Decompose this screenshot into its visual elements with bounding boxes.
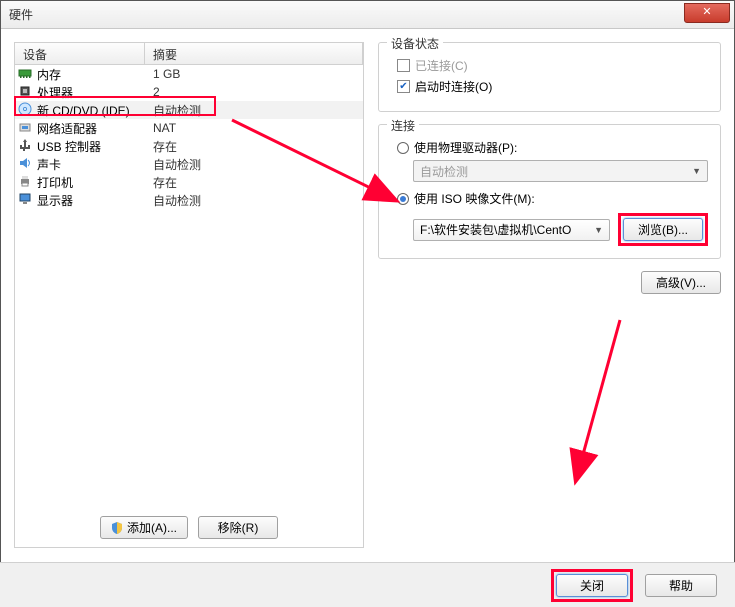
table-row[interactable]: 声卡自动检测 (15, 155, 363, 173)
device-name: 新 CD/DVD (IDE) (35, 102, 145, 119)
connection-group: 连接 使用物理驱动器(P): 自动检测 ▼ 使用 ISO 映像文件(M): (378, 124, 721, 259)
physical-drive-label: 使用物理驱动器(P): (414, 139, 517, 156)
physical-drive-radio-row[interactable]: 使用物理驱动器(P): (397, 139, 708, 156)
table-row[interactable]: 内存1 GB (15, 65, 363, 83)
iso-file-radio-row[interactable]: 使用 ISO 映像文件(M): (397, 190, 708, 207)
device-summary: 1 GB (145, 67, 363, 81)
help-button[interactable]: 帮助 (645, 574, 717, 597)
iso-path-combo[interactable]: F:\软件安装包\虚拟机\CentO ▼ (413, 219, 610, 241)
advanced-button[interactable]: 高级(V)... (641, 271, 721, 294)
device-status-group: 设备状态 已连接(C) ✔ 启动时连接(O) (378, 42, 721, 112)
shield-icon (111, 522, 123, 534)
nic-icon (15, 120, 35, 137)
connect-at-poweron-checkbox[interactable]: ✔ (397, 80, 410, 93)
device-list-pane: 设备 摘要 内存1 GB处理器2新 CD/DVD (IDE)自动检测网络适配器N… (14, 42, 364, 548)
table-row[interactable]: 打印机存在 (15, 173, 363, 191)
device-name: 内存 (35, 66, 145, 83)
printer-icon (15, 174, 35, 191)
device-table: 设备 摘要 内存1 GB处理器2新 CD/DVD (IDE)自动检测网络适配器N… (15, 43, 363, 508)
hardware-dialog: 硬件 ✕ 设备 摘要 内存1 GB处理器2新 CD/DVD (IDE)自动检测网… (0, 0, 735, 607)
advanced-row: 高级(V)... (378, 271, 721, 294)
device-name: 处理器 (35, 84, 145, 101)
connect-at-poweron-label: 启动时连接(O) (415, 78, 492, 95)
add-device-label: 添加(A)... (127, 519, 177, 536)
window-close-button[interactable]: ✕ (684, 3, 730, 23)
device-name: 显示器 (35, 192, 145, 209)
iso-path-value: F:\软件安装包\虚拟机\CentO (420, 221, 571, 238)
iso-file-label: 使用 ISO 映像文件(M): (414, 190, 535, 207)
memory-icon (15, 66, 35, 83)
device-summary: 存在 (145, 174, 363, 191)
connect-at-poweron-row[interactable]: ✔ 启动时连接(O) (397, 78, 708, 95)
device-summary: 自动检测 (145, 156, 363, 173)
disc-icon (15, 102, 35, 119)
device-name: 声卡 (35, 156, 145, 173)
device-summary: NAT (145, 121, 363, 135)
table-row[interactable]: 处理器2 (15, 83, 363, 101)
physical-drive-radio[interactable] (397, 142, 409, 154)
cpu-icon (15, 84, 35, 101)
table-row[interactable]: USB 控制器存在 (15, 137, 363, 155)
add-device-button[interactable]: 添加(A)... (100, 516, 188, 539)
settings-pane: 设备状态 已连接(C) ✔ 启动时连接(O) 连接 使用物理驱动器(P): (378, 42, 721, 548)
status-legend: 设备状态 (387, 35, 443, 52)
dialog-footer: 关闭 帮助 (0, 562, 735, 607)
iso-file-radio[interactable] (397, 193, 409, 205)
titlebar: 硬件 ✕ (1, 1, 734, 29)
display-icon (15, 192, 35, 209)
physical-drive-value: 自动检测 (420, 163, 468, 180)
header-summary[interactable]: 摘要 (145, 43, 363, 64)
content-area: 设备 摘要 内存1 GB处理器2新 CD/DVD (IDE)自动检测网络适配器N… (0, 28, 735, 562)
device-summary: 存在 (145, 138, 363, 155)
device-name: 网络适配器 (35, 120, 145, 137)
table-row[interactable]: 网络适配器NAT (15, 119, 363, 137)
connected-checkbox (397, 59, 410, 72)
device-summary: 自动检测 (145, 192, 363, 209)
physical-drive-combo: 自动检测 ▼ (413, 160, 708, 182)
table-body: 内存1 GB处理器2新 CD/DVD (IDE)自动检测网络适配器NATUSB … (15, 65, 363, 508)
close-button[interactable]: 关闭 (556, 574, 628, 597)
annotation-highlight: 浏览(B)... (618, 213, 708, 246)
connected-label: 已连接(C) (415, 57, 468, 74)
device-name: 打印机 (35, 174, 145, 191)
table-header: 设备 摘要 (15, 43, 363, 65)
annotation-highlight: 关闭 (551, 569, 633, 602)
remove-device-button[interactable]: 移除(R) (198, 516, 278, 539)
window-title: 硬件 (9, 6, 33, 23)
device-buttons: 添加(A)... 移除(R) (15, 508, 363, 547)
table-row[interactable]: 新 CD/DVD (IDE)自动检测 (15, 101, 363, 119)
connected-checkbox-row: 已连接(C) (397, 57, 708, 74)
device-summary: 2 (145, 85, 363, 99)
sound-icon (15, 156, 35, 173)
header-device[interactable]: 设备 (15, 43, 145, 64)
table-row[interactable]: 显示器自动检测 (15, 191, 363, 209)
usb-icon (15, 138, 35, 155)
chevron-down-icon: ▼ (692, 166, 701, 176)
device-summary: 自动检测 (145, 102, 363, 119)
chevron-down-icon[interactable]: ▼ (594, 225, 603, 235)
connection-legend: 连接 (387, 117, 419, 134)
device-name: USB 控制器 (35, 138, 145, 155)
browse-button[interactable]: 浏览(B)... (623, 218, 703, 241)
